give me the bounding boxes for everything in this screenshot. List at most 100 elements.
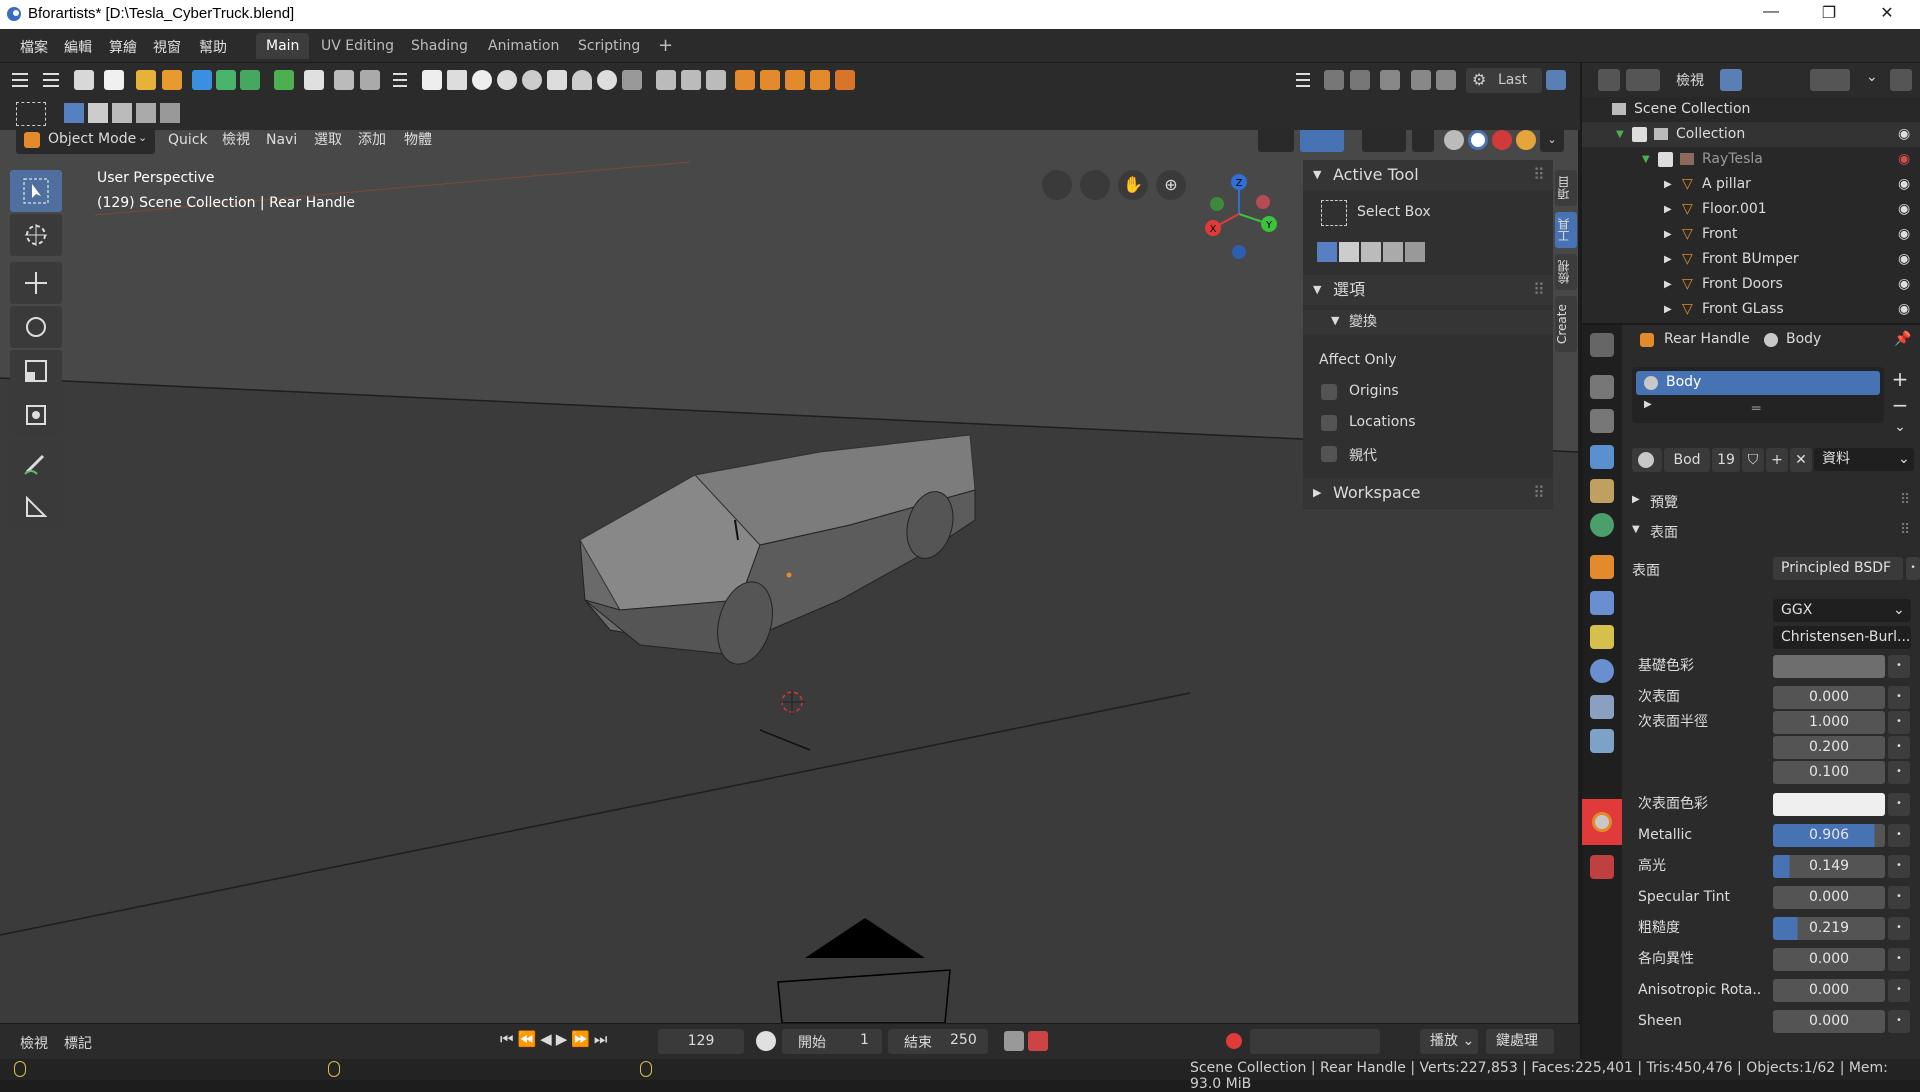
transform-tool[interactable] <box>10 394 62 436</box>
link-socket-dot[interactable]: • <box>1888 855 1910 878</box>
keying-set-icon[interactable] <box>1004 1031 1024 1051</box>
timeline-view-menu[interactable]: 檢視 <box>20 1033 48 1053</box>
slot-menu-chevron-icon[interactable]: ⌄ <box>1888 419 1912 443</box>
outliner-item-front-doors[interactable]: ▶ ▽ Front Doors ◉ <box>1582 272 1920 297</box>
eye-icon[interactable]: ◉ <box>1898 247 1910 272</box>
new-material-button[interactable]: + <box>1766 448 1788 472</box>
property-value-field[interactable]: 0.000 <box>1773 686 1885 709</box>
select-invert-icon[interactable] <box>136 103 156 123</box>
hamburger-menu-icon[interactable] <box>12 72 30 88</box>
navigation-gizmo[interactable]: Z Y X <box>1195 170 1285 265</box>
menu-navi[interactable]: Navi <box>258 130 305 152</box>
link-socket-dot[interactable]: • <box>1888 686 1910 709</box>
property-value-field[interactable]: 0.000 <box>1773 1010 1885 1033</box>
subsurface-method-dropdown[interactable]: Christensen-Burl... <box>1773 626 1911 649</box>
tab-scripting[interactable]: Scripting <box>568 33 650 59</box>
eye-icon[interactable]: ◉ <box>1898 297 1910 322</box>
origins-checkbox[interactable] <box>1321 384 1337 400</box>
tab-main[interactable]: Main <box>256 33 310 59</box>
link-socket-dot[interactable]: • <box>1888 736 1910 759</box>
move-tool[interactable] <box>10 262 62 304</box>
property-value-field[interactable]: 0.219 <box>1773 917 1885 940</box>
open-folder-icon[interactable] <box>136 70 156 90</box>
color-swatch[interactable] <box>1773 655 1885 678</box>
add-slot-button[interactable]: + <box>1888 367 1912 391</box>
material-users-count[interactable]: 19 <box>1712 448 1740 472</box>
auto-keying-field[interactable] <box>1250 1029 1380 1054</box>
select-box-tool[interactable] <box>10 170 62 212</box>
undo-history-icon[interactable] <box>1380 70 1400 90</box>
link-socket-dot[interactable]: • <box>1888 917 1910 940</box>
tab-item[interactable]: 項目 <box>1555 170 1577 206</box>
hamburger-menu-icon[interactable] <box>43 72 61 88</box>
cone-icon[interactable] <box>572 70 592 90</box>
new-file-icon[interactable] <box>74 70 94 90</box>
select-intersect-icon[interactable] <box>160 103 180 123</box>
remove-slot-button[interactable]: − <box>1888 393 1912 417</box>
open-recent-icon[interactable] <box>162 70 182 90</box>
tab-uv-editing[interactable]: UV Editing <box>311 33 404 59</box>
menu-file[interactable]: 檔案 <box>20 37 48 57</box>
link-socket-dot[interactable]: • <box>1888 761 1910 784</box>
mode-extend-icon[interactable] <box>1339 242 1359 262</box>
export-icon[interactable] <box>304 70 324 90</box>
save-as-icon[interactable] <box>216 70 236 90</box>
annotate-tool[interactable] <box>10 442 62 484</box>
active-tool-header[interactable]: ▼ Active Tool ⠿ <box>1303 160 1553 190</box>
search-icon[interactable] <box>1546 70 1566 90</box>
current-frame-field[interactable]: 129 <box>658 1029 744 1054</box>
shading-dropdown[interactable]: ⌄ <box>1540 130 1564 152</box>
tab-shading[interactable]: Shading <box>401 33 478 59</box>
menu-add[interactable]: 添加 <box>350 130 394 152</box>
link-socket-dot[interactable]: • <box>1888 979 1910 1002</box>
surface-link-dot[interactable]: • <box>1906 557 1920 580</box>
unlink-material-button[interactable]: ✕ <box>1790 448 1812 472</box>
eye-icon[interactable]: ◉ <box>1898 197 1910 222</box>
playback-controls[interactable]: ⏮⏪◀▶⏩⏭ <box>500 1030 611 1048</box>
material-slot-list[interactable]: Body ▶ ═ <box>1632 367 1884 423</box>
property-value-field[interactable]: 0.000 <box>1773 979 1885 1002</box>
link-socket-dot[interactable]: • <box>1888 793 1910 816</box>
chevron-down-icon[interactable]: ⌄ <box>1866 69 1878 85</box>
material-name-field[interactable]: Bod <box>1664 448 1710 472</box>
property-value-field[interactable]: 1.000 <box>1773 711 1885 734</box>
lattice-icon[interactable] <box>785 70 805 90</box>
list-icon[interactable] <box>393 72 407 88</box>
solid-shading-icon[interactable] <box>1468 130 1488 150</box>
tab-animation[interactable]: Animation <box>478 33 569 59</box>
menu-view[interactable]: 檢視 <box>214 130 258 152</box>
menu-window[interactable]: 視窗 <box>153 37 181 57</box>
repeat-icon[interactable] <box>1411 70 1431 90</box>
playback-dropdown[interactable]: 播放 ⌄ <box>1420 1029 1478 1054</box>
drag-handle-icon[interactable]: ⠿ <box>1533 160 1545 190</box>
link-socket-dot[interactable]: • <box>1888 824 1910 847</box>
save-icon[interactable] <box>192 70 212 90</box>
eye-icon[interactable]: ◉ <box>1898 222 1910 247</box>
zoom-icon[interactable]: ⊕ <box>1156 170 1186 200</box>
circle-icon[interactable] <box>472 70 492 90</box>
snap-toggle[interactable] <box>1300 130 1344 152</box>
import-icon[interactable] <box>274 70 294 90</box>
property-value-field[interactable]: 0.100 <box>1773 761 1885 784</box>
tab-view[interactable]: 檢視 <box>1555 254 1577 290</box>
uv-sphere-icon[interactable] <box>497 70 517 90</box>
outliner-item-a-pillar[interactable]: ▶ ▽ A pillar ◉ <box>1582 172 1920 197</box>
property-value-field[interactable]: 0.000 <box>1773 886 1885 909</box>
last-operator-button[interactable]: ⚙ Last <box>1466 68 1542 93</box>
delete-keying-icon[interactable] <box>1028 1031 1048 1051</box>
transform-subheader[interactable]: ▼ 變換 <box>1303 310 1553 334</box>
cylinder-icon[interactable] <box>547 70 567 90</box>
scene-tab-icon[interactable] <box>1590 479 1614 503</box>
particles-tab-icon[interactable] <box>1590 625 1614 649</box>
select-tool-icon[interactable] <box>16 102 46 126</box>
redo-icon[interactable] <box>1350 70 1370 90</box>
menu-help[interactable]: 幫助 <box>199 37 227 57</box>
object-mode-dropdown[interactable]: Object Mode ⌄ <box>16 130 155 154</box>
property-value-field[interactable]: 0.000 <box>1773 948 1885 971</box>
view-layer-tab-icon[interactable] <box>1590 445 1614 469</box>
material-tab-highlight[interactable] <box>1582 799 1622 845</box>
outliner-item-raytesla[interactable]: ▼ RayTesla ◉ <box>1582 147 1920 172</box>
link-socket-dot[interactable]: • <box>1888 711 1910 734</box>
outliner-item-front-glass[interactable]: ▶ ▽ Front GLass ◉ <box>1582 297 1920 322</box>
render-tab-icon[interactable] <box>1590 375 1614 399</box>
